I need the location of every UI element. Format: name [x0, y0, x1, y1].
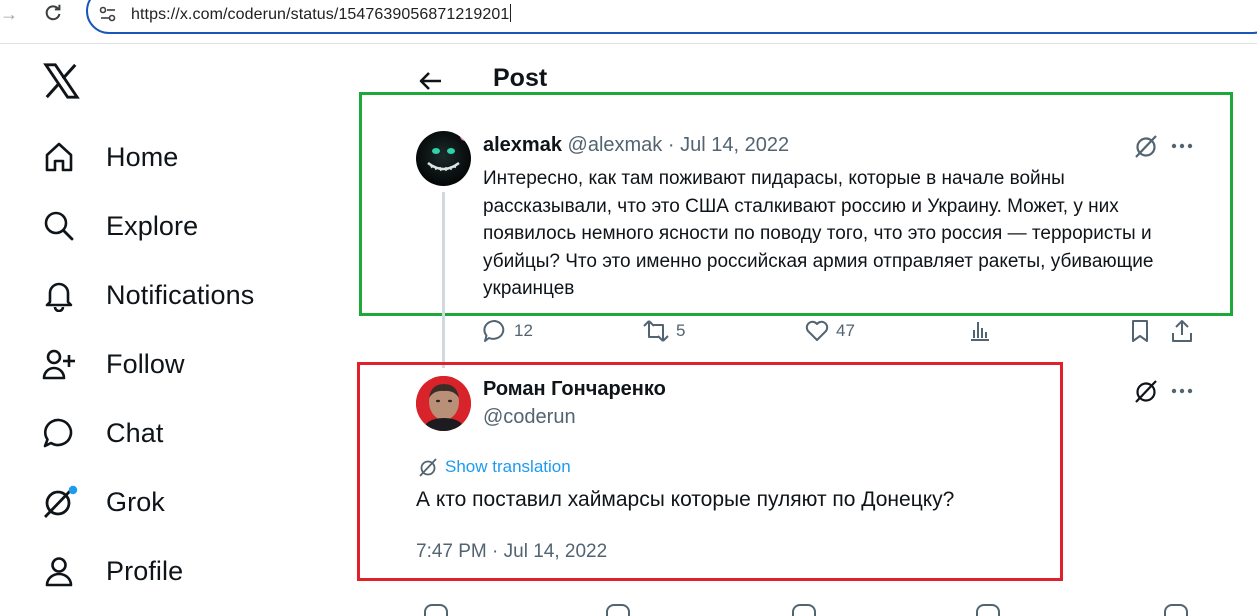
reply-icon[interactable] [424, 604, 448, 616]
analytics-icon [971, 322, 989, 341]
author-name[interactable]: alexmak [483, 134, 562, 156]
meta-separator: · [662, 134, 681, 156]
reply-icon [483, 320, 505, 342]
sidebar-item-label: Home [106, 141, 179, 172]
reply-count: 12 [514, 321, 533, 340]
show-translation-label: Show translation [445, 457, 571, 476]
url-text[interactable]: https://x.com/coderun/status/15476390568… [131, 4, 512, 24]
views-button[interactable] [967, 316, 993, 346]
browser-toolbar: → https://x.com/coderun/status/154763905… [0, 0, 1257, 44]
more-options-icon[interactable] [1168, 132, 1196, 160]
repost-icon[interactable] [606, 604, 630, 616]
sidebar-item-explore[interactable]: Explore [40, 202, 198, 250]
translate-icon [419, 458, 437, 477]
tweet-text: Интересно, как там поживают пидарасы, ко… [483, 168, 1154, 299]
tweet-date[interactable]: Jul 14, 2022 [680, 134, 789, 156]
author-name[interactable]: Роман Гончаренко [483, 378, 666, 401]
heart-icon[interactable] [792, 604, 816, 616]
sidebar-item-chat[interactable]: Chat [40, 409, 163, 457]
sidebar-item-follow[interactable]: Follow [40, 340, 185, 388]
sidebar-item-label: Profile [106, 555, 184, 586]
more-options-icon[interactable] [1168, 377, 1196, 405]
home-icon [40, 138, 78, 176]
sidebar-item-home[interactable]: Home [40, 133, 178, 181]
sidebar-item-label: Notifications [106, 279, 255, 310]
bell-icon [40, 276, 78, 314]
sidebar-item-profile[interactable]: Profile [40, 547, 183, 595]
tweet-timestamp[interactable]: 7:47 PM · Jul 14, 2022 [416, 541, 607, 563]
profile-icon [40, 552, 78, 590]
author-handle[interactable]: @coderun [483, 406, 576, 429]
search-icon [40, 207, 78, 245]
tweet-author-line: alexmak @alexmak · Jul 14, 2022 [483, 134, 789, 157]
grok-icon[interactable] [1132, 377, 1160, 405]
share-icon[interactable] [1164, 604, 1188, 616]
repost-button[interactable]: 5 [642, 316, 685, 346]
tweet-actions: 12 5 47 [482, 316, 1198, 346]
sidebar-item-label: Follow [106, 348, 185, 379]
grok-icon[interactable] [1132, 132, 1160, 160]
sidebar-item-label: Explore [106, 210, 199, 241]
grok-icon [40, 483, 78, 521]
show-translation-link[interactable]: Show translation [417, 456, 571, 478]
avatar[interactable] [416, 376, 471, 431]
x-logo-icon[interactable] [42, 62, 80, 100]
site-info-icon[interactable] [98, 4, 118, 24]
tweet-actions-partial [400, 604, 1220, 616]
share-button[interactable] [1169, 316, 1195, 346]
follow-icon [40, 345, 78, 383]
sidebar-item-label: Grok [106, 486, 165, 517]
sidebar-item-label: Chat [106, 417, 164, 448]
chat-icon [40, 414, 78, 452]
sidebar-item-notifications[interactable]: Notifications [40, 271, 254, 319]
like-button[interactable]: 47 [804, 316, 855, 346]
bookmark-button[interactable] [1127, 316, 1153, 346]
like-count: 47 [836, 321, 855, 340]
heart-icon [805, 320, 829, 341]
reload-icon[interactable] [42, 2, 64, 24]
repost-count: 5 [676, 321, 686, 340]
sidebar-item-grok[interactable]: Grok [40, 478, 165, 526]
bookmark-icon[interactable] [976, 604, 1000, 616]
reply-button[interactable]: 12 [482, 316, 533, 346]
thread-connector [442, 192, 445, 368]
page-title: Post [493, 64, 548, 92]
repost-icon [643, 320, 669, 342]
tweet-text: А кто поставил хаймарсы которые пуляют п… [416, 488, 955, 511]
avatar[interactable] [416, 131, 471, 186]
share-icon [1172, 320, 1192, 342]
author-handle[interactable]: @alexmak [568, 134, 663, 156]
forward-icon[interactable]: → [0, 4, 18, 24]
bookmark-icon [1132, 320, 1148, 342]
